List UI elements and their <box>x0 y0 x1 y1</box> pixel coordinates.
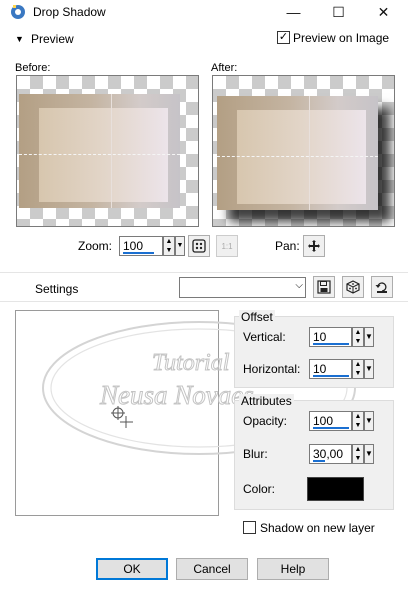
vertical-value: 10 <box>313 330 327 344</box>
opacity-value: 100 <box>313 414 334 428</box>
blur-label: Blur: <box>243 447 268 461</box>
settings-label: Settings <box>35 282 79 296</box>
attributes-group-title: Attributes <box>239 394 294 408</box>
blur-value: 30,00 <box>313 447 344 461</box>
randomize-button[interactable] <box>342 276 364 298</box>
move-icon <box>308 240 320 252</box>
horizontal-spinner[interactable]: ▲ ▼ <box>352 359 364 379</box>
reset-button[interactable] <box>371 276 393 298</box>
horizontal-value: 10 <box>313 362 327 376</box>
pan-label: Pan: <box>275 239 300 253</box>
window-title: Drop Shadow <box>33 5 106 19</box>
cancel-button[interactable]: Cancel <box>176 558 248 580</box>
horizontal-dropdown-arrow[interactable]: ▼ <box>364 359 374 379</box>
close-button[interactable]: ✕ <box>361 0 406 24</box>
zoom-input[interactable]: 100 <box>119 236 163 256</box>
zoom-value: 100 <box>123 239 144 253</box>
after-preview[interactable] <box>212 75 395 227</box>
maximize-button[interactable]: ☐ <box>316 0 361 24</box>
after-label: After: <box>211 62 238 74</box>
offset-group-title: Offset <box>239 310 275 324</box>
zoom-spinner[interactable]: ▲ ▼ <box>163 236 175 256</box>
shadow-on-new-layer-checkbox[interactable] <box>243 521 256 534</box>
before-label: Before: <box>15 62 51 74</box>
preview-on-image-label[interactable]: Preview on Image <box>293 31 389 45</box>
before-preview[interactable] <box>16 75 199 227</box>
crosshair-vertical <box>111 94 112 208</box>
settings-select[interactable]: ⌵ <box>179 277 306 298</box>
save-icon <box>317 280 331 294</box>
shadow-color-swatch[interactable] <box>307 477 364 501</box>
opacity-spinner[interactable]: ▲ ▼ <box>352 411 364 431</box>
crosshair-horizontal <box>19 154 180 155</box>
reset-icon <box>375 282 387 293</box>
help-button[interactable]: Help <box>257 558 329 580</box>
horizontal-label: Horizontal: <box>243 362 301 376</box>
opacity-label: Opacity: <box>243 414 288 428</box>
vertical-label: Vertical: <box>243 330 286 344</box>
watermark-line2: Neusa Novaes <box>99 380 254 410</box>
minimize-button[interactable]: — <box>271 0 316 24</box>
blur-dropdown-arrow[interactable]: ▼ <box>364 444 374 464</box>
vertical-spinner[interactable]: ▲ ▼ <box>352 327 364 347</box>
opacity-dropdown-arrow[interactable]: ▼ <box>364 411 374 431</box>
before-image-inner <box>39 108 168 202</box>
save-preset-button[interactable] <box>313 276 335 298</box>
before-image <box>19 94 180 208</box>
vertical-offset-input[interactable]: 10 <box>309 327 352 347</box>
preview-on-image-checkbox[interactable]: ✓ <box>277 31 290 44</box>
actual-size-button[interactable]: 1:1 <box>216 235 238 257</box>
chevron-down-icon: ⌵ <box>295 280 303 291</box>
preview-toggle-label[interactable]: Preview <box>31 32 74 46</box>
chevron-down-icon[interactable]: ▼ <box>15 34 24 44</box>
after-image <box>217 96 378 210</box>
divider <box>0 272 408 273</box>
vertical-dropdown-arrow[interactable]: ▼ <box>364 327 374 347</box>
ok-button[interactable]: OK <box>96 558 168 580</box>
zoom-fit-button[interactable] <box>188 235 210 257</box>
blur-spinner[interactable]: ▲ ▼ <box>352 444 364 464</box>
app-icon <box>10 4 26 20</box>
horizontal-offset-input[interactable]: 10 <box>309 359 352 379</box>
zoom-dropdown-arrow[interactable]: ▼ <box>175 236 185 256</box>
after-image-inner <box>237 110 366 204</box>
opacity-input[interactable]: 100 <box>309 411 352 431</box>
dice-icon <box>346 280 360 294</box>
blur-input[interactable]: 30,00 <box>309 444 352 464</box>
fit-icon <box>192 239 206 253</box>
shadow-on-new-layer-label[interactable]: Shadow on new layer <box>260 521 375 535</box>
color-label: Color: <box>243 482 276 496</box>
divider <box>0 301 408 302</box>
pan-button[interactable] <box>303 235 325 257</box>
crosshair-horizontal <box>217 156 378 157</box>
crosshair-vertical <box>309 96 310 210</box>
zoom-label: Zoom: <box>78 239 113 253</box>
